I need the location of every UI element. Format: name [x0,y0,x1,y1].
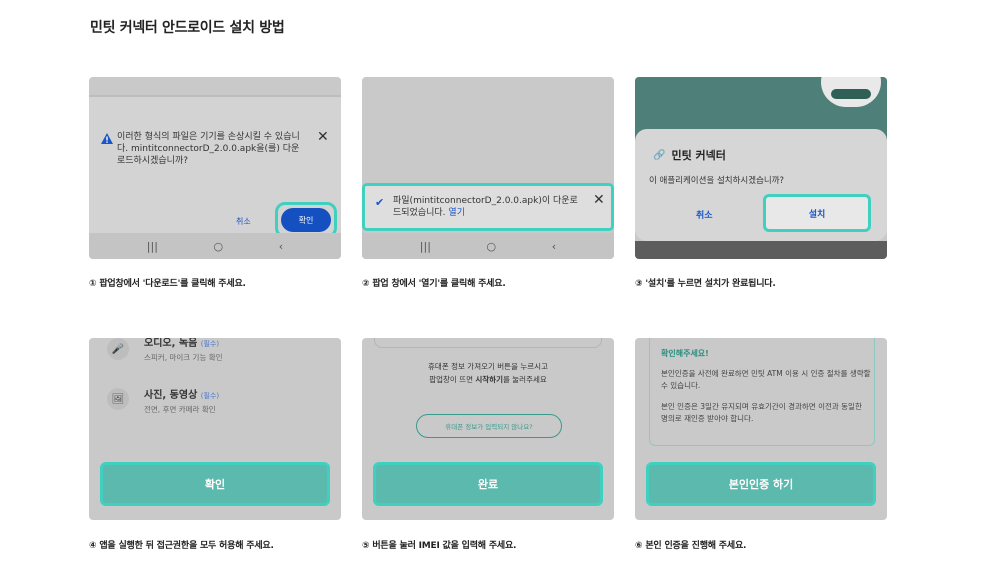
notice-para2: 본인 인증은 3일간 유지되며 유효기간이 경과하면 이전과 동일한 명의로 재… [661,402,862,423]
step4-screenshot: 🎤 오디오, 녹음 (필수) 스피커, 마이크 기능 확인 🖼 사진, 동영상 … [89,338,341,520]
permission-name: 오디오, 녹음 [144,338,198,349]
step3-caption: ③ '설치'를 누르면 설치가 완료됩니다. [635,279,776,289]
help-pill-button[interactable]: 휴대폰 정보가 입력되지 않나요? [416,414,562,438]
instruction-text: 휴대폰 정보 가져오기 버튼을 누르시고 팝업창이 뜨면 시작하기를 눌러주세요 [362,360,614,386]
required-badge: (필수) [200,392,220,400]
notice-text: 파일(mintitconnectorD_2.0.0.apk)이 다운로드되었습니… [393,196,578,218]
app-link-icon: 🔗 [653,149,666,161]
page-title: 민팃 커넥터 안드로이드 설치 방법 [90,20,285,36]
instruction-line1: 휴대폰 정보 가져오기 버튼을 누르시고 [428,362,548,371]
notice-para1: 본인인증을 사전에 완료하면 민팃 ATM 이용 시 인증 절차를 생략할 수 … [661,369,871,390]
download-check-icon: ✔ [375,196,385,209]
done-button[interactable]: 완료 [373,462,603,506]
step5-caption: ⑤ 버튼을 눌러 IMEI 값을 입력해 주세요. [362,541,517,551]
step6-caption: ⑥ 본인 인증을 진행해 주세요. [635,541,747,551]
image-icon: 🖼 [107,388,129,410]
instruction-line2: 팝업창이 뜨면 시작하기를 눌러주세요 [362,373,614,386]
permission-title: 사진, 동영상 (필수) [144,386,219,401]
close-icon[interactable]: ✕ [317,129,329,145]
download-warning-dialog: 이러한 형식의 파일은 기기를 손상시킬 수 있습니다. mintitconne… [89,97,341,238]
android-nav-bar: ||| ○ ‹ [362,233,614,259]
recent-apps-icon[interactable]: ||| [147,240,158,253]
cancel-button[interactable]: 취소 [696,208,713,221]
install-dialog-title: 🔗 민팃 커넥터 [653,147,726,163]
step4-caption: ④ 앱을 실행한 뒤 접근권한을 모두 허용해 주세요. [89,541,274,551]
recent-apps-icon[interactable]: ||| [420,240,431,253]
permission-desc: 스피커, 마이크 기능 확인 [144,353,223,362]
open-link[interactable]: 열기 [448,208,465,218]
step3-screenshot: 🔗 민팃 커넥터 이 애플리케이션을 설치하시겠습니까? 취소 설치 [635,77,887,259]
android-nav-bar: ||| ○ ‹ [89,233,341,259]
verify-identity-button[interactable]: 본인인증 하기 [646,462,876,506]
notice-message: 파일(mintitconnectorD_2.0.0.apk)이 다운로드되었습니… [393,195,583,219]
microphone-icon: 🎤 [107,338,129,360]
notice-heading: 확인해주세요! [661,349,709,358]
cancel-button[interactable]: 취소 [236,216,251,227]
download-complete-notice: ✔ 파일(mintitconnectorD_2.0.0.apk)이 다운로드되었… [362,183,614,231]
instruction-post: 를 눌러주세요 [502,375,547,384]
instruction-pre: 팝업창이 뜨면 [429,375,476,384]
panel-edge [374,338,602,348]
permission-name: 사진, 동영상 [144,390,198,401]
bottom-bar [635,241,887,259]
step2-screenshot: ✔ 파일(mintitconnectorD_2.0.0.apk)이 다운로드되었… [362,77,614,259]
home-icon[interactable]: ○ [214,240,224,253]
step5-screenshot: 휴대폰 정보 가져오기 버튼을 누르시고 팝업창이 뜨면 시작하기를 눌러주세요… [362,338,614,520]
permission-title: 오디오, 녹음 (필수) [144,338,219,349]
confirm-button[interactable]: 확인 [281,208,331,232]
close-icon[interactable]: ✕ [593,192,605,208]
step6-screenshot: 확인해주세요! 본인인증을 사전에 완료하면 민팃 ATM 이용 시 인증 절차… [635,338,887,520]
back-icon[interactable]: ‹ [552,240,556,253]
install-button[interactable]: 설치 [763,194,871,232]
step2-caption: ② 팝업 창에서 '열기'를 클릭해 주세요. [362,279,506,289]
app-name: 민팃 커넥터 [671,149,726,162]
instruction-bold: 시작하기 [475,375,503,384]
dialog-message: 이러한 형식의 파일은 기기를 손상시킬 수 있습니다. mintitconne… [117,132,300,166]
permission-desc: 전면, 후면 카메라 확인 [144,405,216,414]
back-icon[interactable]: ‹ [279,240,283,253]
home-icon[interactable]: ○ [487,240,497,253]
required-badge: (필수) [200,340,220,348]
warning-icon [101,133,113,144]
install-question: 이 애플리케이션을 설치하시겠습니까? [649,176,785,186]
step1-screenshot: 이러한 형식의 파일은 기기를 손상시킬 수 있습니다. mintitconne… [89,77,341,259]
step1-caption: ① 팝업창에서 '다운로드'를 클릭해 주세요. [89,279,246,289]
confirm-button[interactable]: 확인 [100,462,330,506]
mascot-collar [831,89,871,99]
